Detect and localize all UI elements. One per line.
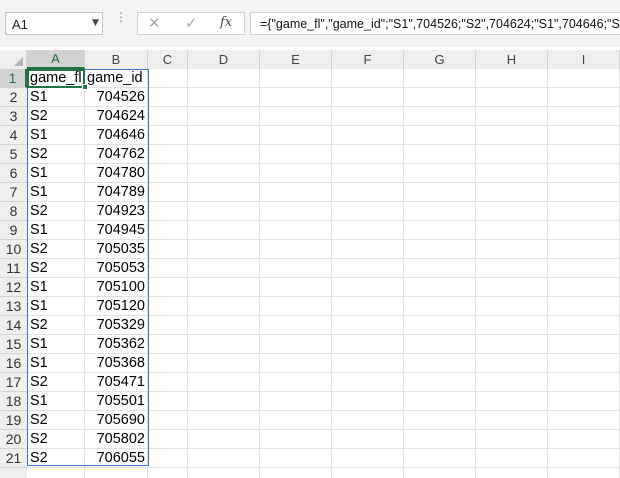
- drag-handle-icon[interactable]: ⋮: [115, 11, 127, 23]
- select-all-icon[interactable]: [14, 57, 23, 66]
- cell-b20[interactable]: 705802: [87, 431, 145, 448]
- select-all-corner[interactable]: [0, 50, 27, 69]
- cell-b10[interactable]: 705035: [87, 241, 145, 258]
- enter-check-icon[interactable]: ✓: [185, 14, 198, 32]
- row-header-4[interactable]: 4: [0, 126, 27, 145]
- cell-a6[interactable]: S1: [30, 165, 84, 182]
- fill-handle[interactable]: [82, 84, 88, 90]
- cell-a12[interactable]: S1: [30, 279, 84, 296]
- insert-function-icon[interactable]: fx: [220, 15, 232, 30]
- formula-input[interactable]: ={"game_fl","game_id";"S1",704526;"S2",7…: [250, 12, 620, 35]
- name-box[interactable]: A1 ▼: [5, 12, 103, 35]
- cell-b14[interactable]: 705329: [87, 317, 145, 334]
- chevron-down-icon[interactable]: ▼: [92, 18, 99, 28]
- row-header-20[interactable]: 20: [0, 430, 27, 449]
- cell-a18[interactable]: S1: [30, 393, 84, 410]
- cell-b5[interactable]: 704762: [87, 146, 145, 163]
- row-header-6[interactable]: 6: [0, 164, 27, 183]
- cell-a8[interactable]: S2: [30, 203, 84, 220]
- column-header-d[interactable]: D: [188, 50, 260, 69]
- row-header-19[interactable]: 19: [0, 411, 27, 430]
- column-header-i[interactable]: I: [548, 50, 620, 69]
- cell-b6[interactable]: 704780: [87, 165, 145, 182]
- cell-a4[interactable]: S1: [30, 127, 84, 144]
- row-header-18[interactable]: 18: [0, 392, 27, 411]
- row-header-17[interactable]: 17: [0, 373, 27, 392]
- column-header-b[interactable]: B: [85, 50, 148, 69]
- cell-a20[interactable]: S2: [30, 431, 84, 448]
- row-header-partial[interactable]: [0, 468, 27, 478]
- row-header-11[interactable]: 11: [0, 259, 27, 278]
- cell-a10[interactable]: S2: [30, 241, 84, 258]
- formula-controls: ✕ ✓ fx: [137, 12, 245, 35]
- cell-b4[interactable]: 704646: [87, 127, 145, 144]
- cell-b17[interactable]: 705471: [87, 374, 145, 391]
- cell-a2[interactable]: S1: [30, 89, 84, 106]
- cell-b2[interactable]: 704526: [87, 89, 145, 106]
- row-header-5[interactable]: 5: [0, 145, 27, 164]
- cell-a3[interactable]: S2: [30, 108, 84, 125]
- column-header-g[interactable]: G: [404, 50, 476, 69]
- row-header-16[interactable]: 16: [0, 354, 27, 373]
- cell-a17[interactable]: S2: [30, 374, 84, 391]
- cell-b13[interactable]: 705120: [87, 298, 145, 315]
- cell-a16[interactable]: S1: [30, 355, 84, 372]
- row-header-10[interactable]: 10: [0, 240, 27, 259]
- cell-a13[interactable]: S1: [30, 298, 84, 315]
- row-header-21[interactable]: 21: [0, 449, 27, 468]
- cell-b18[interactable]: 705501: [87, 393, 145, 410]
- cell-b12[interactable]: 705100: [87, 279, 145, 296]
- column-header-e[interactable]: E: [260, 50, 332, 69]
- cell-a14[interactable]: S2: [30, 317, 84, 334]
- cell-a5[interactable]: S2: [30, 146, 84, 163]
- row-header-12[interactable]: 12: [0, 278, 27, 297]
- cell-a15[interactable]: S1: [30, 336, 84, 353]
- name-box-value: A1: [12, 17, 28, 32]
- cell-b11[interactable]: 705053: [87, 260, 145, 277]
- cell-b7[interactable]: 704789: [87, 184, 145, 201]
- row-header-14[interactable]: 14: [0, 316, 27, 335]
- cell-a11[interactable]: S2: [30, 260, 84, 277]
- column-header-h[interactable]: H: [476, 50, 548, 69]
- row-header-3[interactable]: 3: [0, 107, 27, 126]
- row-header-7[interactable]: 7: [0, 183, 27, 202]
- cell-b9[interactable]: 704945: [87, 222, 145, 239]
- row-header-13[interactable]: 13: [0, 297, 27, 316]
- row-header-2[interactable]: 2: [0, 88, 27, 107]
- formula-text: ={"game_fl","game_id";"S1",704526;"S2",7…: [260, 17, 620, 31]
- column-header-c[interactable]: C: [148, 50, 188, 69]
- cell-b1[interactable]: game_id: [87, 70, 145, 87]
- row-header-1[interactable]: 1: [0, 69, 27, 88]
- row-header-8[interactable]: 8: [0, 202, 27, 221]
- cell-b21[interactable]: 706055: [87, 450, 145, 467]
- cell-b19[interactable]: 705690: [87, 412, 145, 429]
- column-header-f[interactable]: F: [332, 50, 404, 69]
- spreadsheet-grid[interactable]: ABCDEFGHI 1 2 3 4 5 6 7 8 9 10 11 12 13 14 15 16 17 18 19 2…: [0, 47, 620, 478]
- cell-a21[interactable]: S2: [30, 450, 84, 467]
- cell-b16[interactable]: 705368: [87, 355, 145, 372]
- active-cell-border: [27, 69, 85, 88]
- cell-b8[interactable]: 704923: [87, 203, 145, 220]
- row-header-15[interactable]: 15: [0, 335, 27, 354]
- cancel-icon[interactable]: ✕: [148, 14, 161, 32]
- cell-b15[interactable]: 705362: [87, 336, 145, 353]
- cell-a9[interactable]: S1: [30, 222, 84, 239]
- row-header-9[interactable]: 9: [0, 221, 27, 240]
- cell-a19[interactable]: S2: [30, 412, 84, 429]
- column-header-a[interactable]: A: [27, 50, 85, 69]
- cell-b3[interactable]: 704624: [87, 108, 145, 125]
- formula-bar: A1 ▼ ⋮ ✕ ✓ fx ={"game_fl","game_id";"S1"…: [0, 0, 620, 47]
- cell-a7[interactable]: S1: [30, 184, 84, 201]
